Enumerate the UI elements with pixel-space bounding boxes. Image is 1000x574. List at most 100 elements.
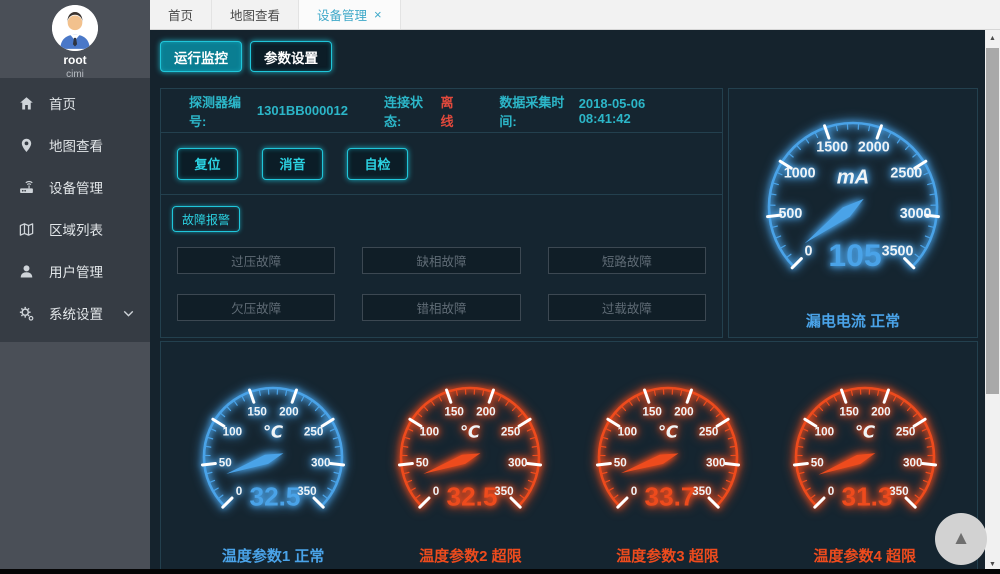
svg-text:1500: 1500 [816, 140, 848, 156]
temperature-gauge-3: 050100150200250300350℃33.7 [583, 368, 753, 543]
mute-button[interactable]: 消音 [262, 148, 323, 180]
device-status-panel: 探测器编号: 1301BB000012 连接状态: 离线 数据采集时间: 201… [160, 88, 723, 338]
svg-text:2000: 2000 [858, 140, 890, 156]
svg-text:200: 200 [674, 406, 694, 419]
svg-text:250: 250 [698, 425, 718, 438]
svg-text:250: 250 [304, 425, 324, 438]
content-area: 运行监控 参数设置 探测器编号: 1301BB000012 连接状态: 离线 数… [150, 30, 1000, 574]
leak-current-panel: 0500100015002000250030003500mA105 漏电电流 正… [728, 88, 978, 338]
sidebar-menu: 首页 地图查看 设备管理 [0, 78, 150, 342]
tab-map-view[interactable]: 地图查看 [212, 0, 299, 29]
tab-label: 首页 [168, 5, 193, 24]
main-area: 首页 地图查看 设备管理 × 运行监控 参数设置 探测器编号: 1301BB00… [150, 0, 1000, 574]
svg-text:0: 0 [804, 244, 812, 260]
temperature-gauge-cell: 050100150200250300350℃32.5 温度参数1 正常 [188, 368, 358, 574]
fault-alarm-button[interactable]: 故障报警 [172, 206, 240, 232]
svg-text:0: 0 [236, 485, 243, 498]
svg-text:33.7: 33.7 [644, 481, 695, 511]
tab-device-management[interactable]: 设备管理 × [299, 0, 401, 29]
svg-text:3000: 3000 [900, 206, 932, 222]
fault-undervoltage: 欠压故障 [177, 294, 335, 321]
detector-id-label: 探测器编号: [189, 92, 250, 130]
sidebar-item-system-settings[interactable]: 系统设置 [0, 292, 150, 334]
sidebar-item-label: 设备管理 [49, 177, 103, 197]
sidebar-item-label: 地图查看 [49, 135, 103, 155]
user-avatar-icon [52, 5, 98, 51]
close-icon[interactable]: × [374, 8, 382, 21]
svg-text:150: 150 [642, 406, 662, 419]
region-map-icon [18, 221, 35, 238]
svg-text:31.3: 31.3 [841, 481, 892, 511]
sidebar-item-label: 首页 [49, 93, 76, 113]
fault-alarm-section: 故障报警 过压故障 缺相故障 短路故障 欠压故障 错相故障 过载故障 [161, 195, 722, 321]
tab-bar: 首页 地图查看 设备管理 × [150, 0, 1000, 30]
temperature-gauge-4: 050100150200250300350℃31.3 [780, 368, 950, 543]
temperature-gauge-1: 050100150200250300350℃32.5 [188, 368, 358, 543]
scrollbar-thumb[interactable] [986, 48, 999, 394]
sidebar-item-label: 系统设置 [49, 303, 103, 323]
user-icon [18, 263, 35, 280]
sidebar-item-map-view[interactable]: 地图查看 [0, 124, 150, 166]
app-window: root cimi 首页 地图查看 [0, 0, 1000, 574]
param-settings-button[interactable]: 参数设置 [250, 41, 332, 72]
temperature-gauge-cell: 050100150200250300350℃33.7 温度参数3 超限 [583, 368, 753, 574]
scrollbar-up-icon[interactable]: ▲ [985, 32, 1000, 46]
sidebar-item-region-list[interactable]: 区域列表 [0, 208, 150, 250]
svg-text:50: 50 [219, 456, 233, 469]
sidebar-item-home[interactable]: 首页 [0, 82, 150, 124]
tab-home[interactable]: 首页 [150, 0, 212, 29]
scroll-to-top-button[interactable]: ▲ [935, 513, 987, 565]
sidebar: root cimi 首页 地图查看 [0, 0, 150, 574]
svg-text:50: 50 [613, 456, 627, 469]
svg-text:300: 300 [508, 456, 528, 469]
control-buttons-row: 复位 消音 自检 [161, 133, 722, 195]
svg-text:200: 200 [279, 406, 299, 419]
svg-text:℃: ℃ [460, 423, 480, 442]
svg-text:500: 500 [778, 206, 802, 222]
user-panel: root cimi [0, 0, 150, 78]
reset-button[interactable]: 复位 [177, 148, 238, 180]
device-info-row: 探测器编号: 1301BB000012 连接状态: 离线 数据采集时间: 201… [161, 89, 722, 133]
temperature-panel: 050100150200250300350℃32.5 温度参数1 正常 0501… [160, 341, 978, 574]
chevron-down-icon[interactable] [120, 305, 137, 322]
sidebar-item-user-management[interactable]: 用户管理 [0, 250, 150, 292]
svg-text:250: 250 [501, 425, 521, 438]
svg-text:2500: 2500 [890, 165, 922, 181]
fault-phase-error: 错相故障 [362, 294, 520, 321]
svg-text:0: 0 [630, 485, 637, 498]
svg-text:3500: 3500 [882, 244, 914, 260]
self-check-button[interactable]: 自检 [347, 148, 408, 180]
svg-text:150: 150 [445, 406, 465, 419]
temperature-status-1: 温度参数1 正常 [222, 545, 325, 566]
svg-text:℃: ℃ [855, 423, 875, 442]
fault-short-circuit: 短路故障 [548, 247, 706, 274]
svg-text:300: 300 [706, 456, 726, 469]
svg-text:250: 250 [896, 425, 916, 438]
temperature-status-3: 温度参数3 超限 [616, 545, 719, 566]
svg-text:150: 150 [248, 406, 268, 419]
temperature-status-2: 温度参数2 超限 [419, 545, 522, 566]
svg-text:300: 300 [311, 456, 331, 469]
scroll-top-arrow-icon: ▲ [952, 528, 971, 550]
vertical-scrollbar[interactable]: ▲ ▼ [985, 30, 1000, 574]
svg-text:mA: mA [837, 166, 870, 188]
leak-current-gauge: 0500100015002000250030003500mA105 [753, 103, 953, 308]
avatar[interactable] [52, 5, 98, 51]
temperature-status-4: 温度参数4 超限 [813, 545, 916, 566]
fault-indicator-grid: 过压故障 缺相故障 短路故障 欠压故障 错相故障 过载故障 [177, 247, 706, 321]
tab-label: 设备管理 [317, 5, 367, 24]
home-icon [18, 95, 35, 112]
device-icon [18, 179, 35, 196]
svg-text:0: 0 [828, 485, 835, 498]
run-monitor-button[interactable]: 运行监控 [160, 41, 242, 72]
sidebar-item-label: 用户管理 [49, 261, 103, 281]
sidebar-item-device-management[interactable]: 设备管理 [0, 166, 150, 208]
svg-text:100: 100 [223, 425, 243, 438]
bottom-edge-strip [0, 569, 1000, 574]
collect-time-value: 2018-05-06 08:41:42 [579, 96, 686, 126]
svg-text:0: 0 [433, 485, 440, 498]
connection-status-value: 离线 [441, 92, 464, 130]
svg-text:℃: ℃ [658, 423, 678, 442]
svg-text:50: 50 [416, 456, 430, 469]
svg-text:200: 200 [476, 406, 496, 419]
